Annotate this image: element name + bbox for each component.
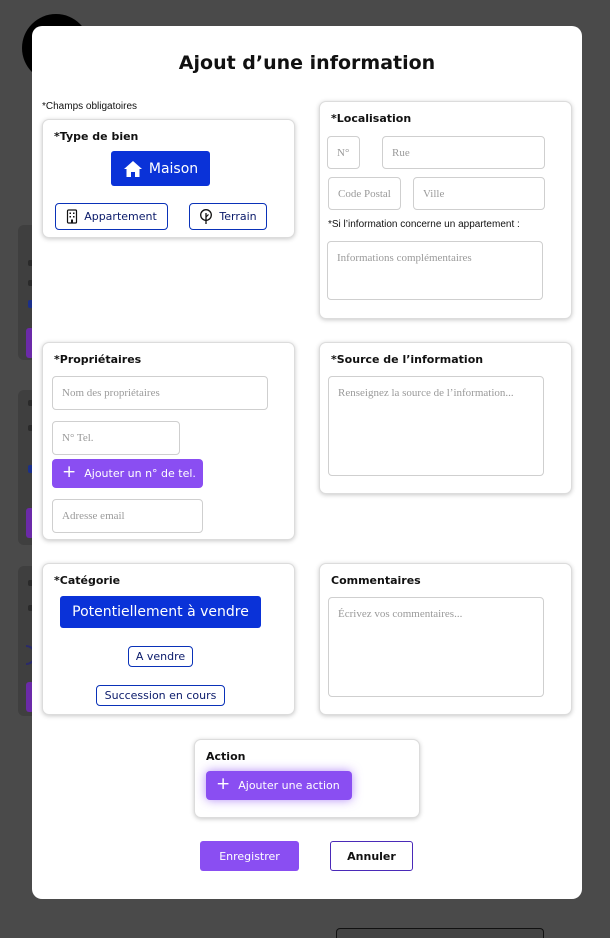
plus-icon: + [216,774,231,794]
property-type-card: *Type de bien Maison Appartement Terrain [42,119,295,238]
location-card: *Localisation N° Rue Code Postal Ville *… [319,101,572,319]
postal-code-input[interactable]: Code Postal [328,177,401,210]
action-title: Action [206,750,246,763]
owner-name-input[interactable]: Nom des propriétaires [52,376,268,410]
add-information-modal: Ajout d’une information *Champs obligato… [32,26,582,899]
action-card: Action + Ajouter une action [194,739,420,818]
category-potentially-for-sale-button[interactable]: Potentiellement à vendre [60,596,261,628]
source-card: *Source de l’information Renseignez la s… [319,342,572,494]
cancel-button[interactable]: Annuler [330,841,413,871]
category-card: *Catégorie Potentiellement à vendre A ve… [42,563,295,715]
street-number-input[interactable]: N° [327,136,360,169]
add-action-label: Ajouter une action [238,779,340,792]
building-icon [66,209,78,224]
terrain-label: Terrain [219,210,257,223]
owners-title: *Propriétaires [54,353,142,366]
source-input[interactable]: Renseignez la source de l’information... [328,376,544,476]
plus-icon: + [62,462,77,482]
city-input[interactable]: Ville [413,177,545,210]
add-phone-label: Ajouter un n° de tel. [84,467,196,480]
comments-card: Commentaires Écrivez vos commentaires... [319,563,572,715]
additional-info-input[interactable]: Informations complémentaires [327,241,543,300]
background-panel [336,928,544,938]
category-for-sale-button[interactable]: A vendre [128,646,193,667]
owners-card: *Propriétaires Nom des propriétaires N° … [42,342,295,540]
category-title: *Catégorie [54,574,121,587]
comments-title: Commentaires [331,574,421,587]
phone-input[interactable]: N° Tel. [52,421,180,455]
comments-input[interactable]: Écrivez vos commentaires... [328,597,544,697]
category-succession-button[interactable]: Succession en cours [96,685,225,706]
terrain-button[interactable]: Terrain [189,203,267,230]
tree-icon [199,208,213,225]
property-type-title: *Type de bien [54,130,139,143]
appartement-label: Appartement [84,210,157,223]
required-fields-note: *Champs obligatoires [42,101,138,112]
house-icon [123,160,143,178]
source-title: *Source de l’information [331,353,484,366]
save-button[interactable]: Enregistrer [200,841,299,871]
email-input[interactable]: Adresse email [52,499,203,533]
apartment-note: *Si l’information concerne un appartemen… [328,219,520,230]
appartement-button[interactable]: Appartement [55,203,168,230]
location-title: *Localisation [331,112,412,125]
modal-title: Ajout d’une information [178,52,436,74]
add-action-button[interactable]: + Ajouter une action [206,771,352,800]
add-phone-button[interactable]: + Ajouter un n° de tel. [52,459,203,488]
maison-button[interactable]: Maison [111,151,210,186]
maison-label: Maison [148,160,199,177]
street-input[interactable]: Rue [382,136,545,169]
